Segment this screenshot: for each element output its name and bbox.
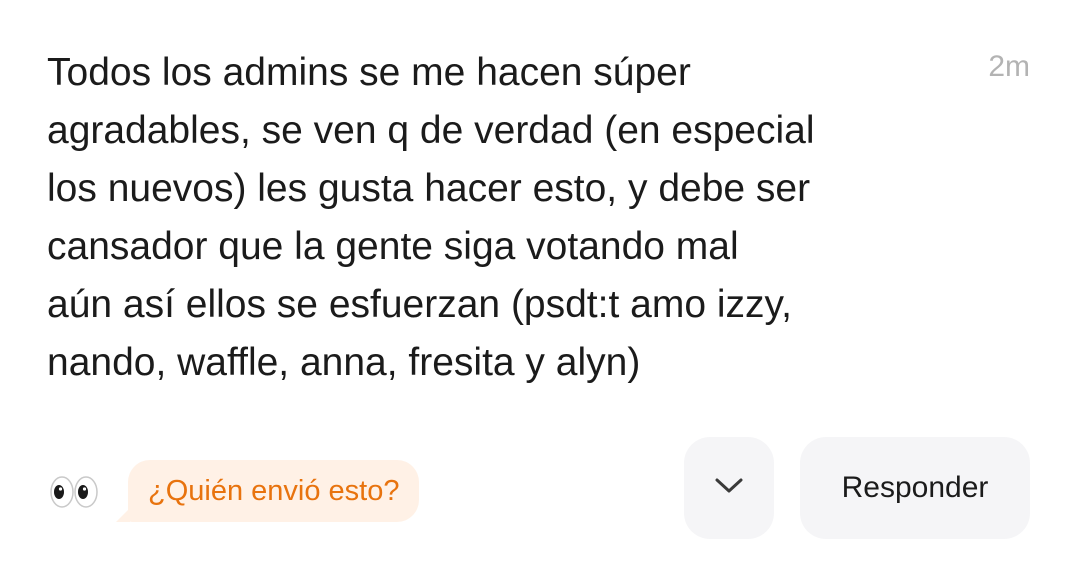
message-line: aún así ellos se esfuerzan (psdt:t amo i… [47, 283, 792, 326]
message-line: nando, waffle, anna, fresita y alyn) [47, 341, 641, 384]
chevron-down-icon [714, 477, 744, 500]
message-line: los nuevos) les gusta hacer esto, y debe… [47, 167, 811, 210]
message-body: Todos los admins se me hacen súper agrad… [47, 44, 947, 392]
eyes-icon [50, 475, 98, 509]
message-line: cansador que la gente siga votando mal [47, 225, 739, 268]
reply-button[interactable]: Responder [800, 437, 1030, 539]
message-line: Todos los admins se me hacen súper [47, 51, 691, 94]
more-options-button[interactable] [684, 437, 774, 539]
message-line: agradables, se ven q de verdad (en espec… [47, 109, 815, 152]
message-timestamp: 2m [988, 50, 1030, 83]
who-sent-button[interactable]: ¿Quién envió esto? [128, 460, 420, 522]
